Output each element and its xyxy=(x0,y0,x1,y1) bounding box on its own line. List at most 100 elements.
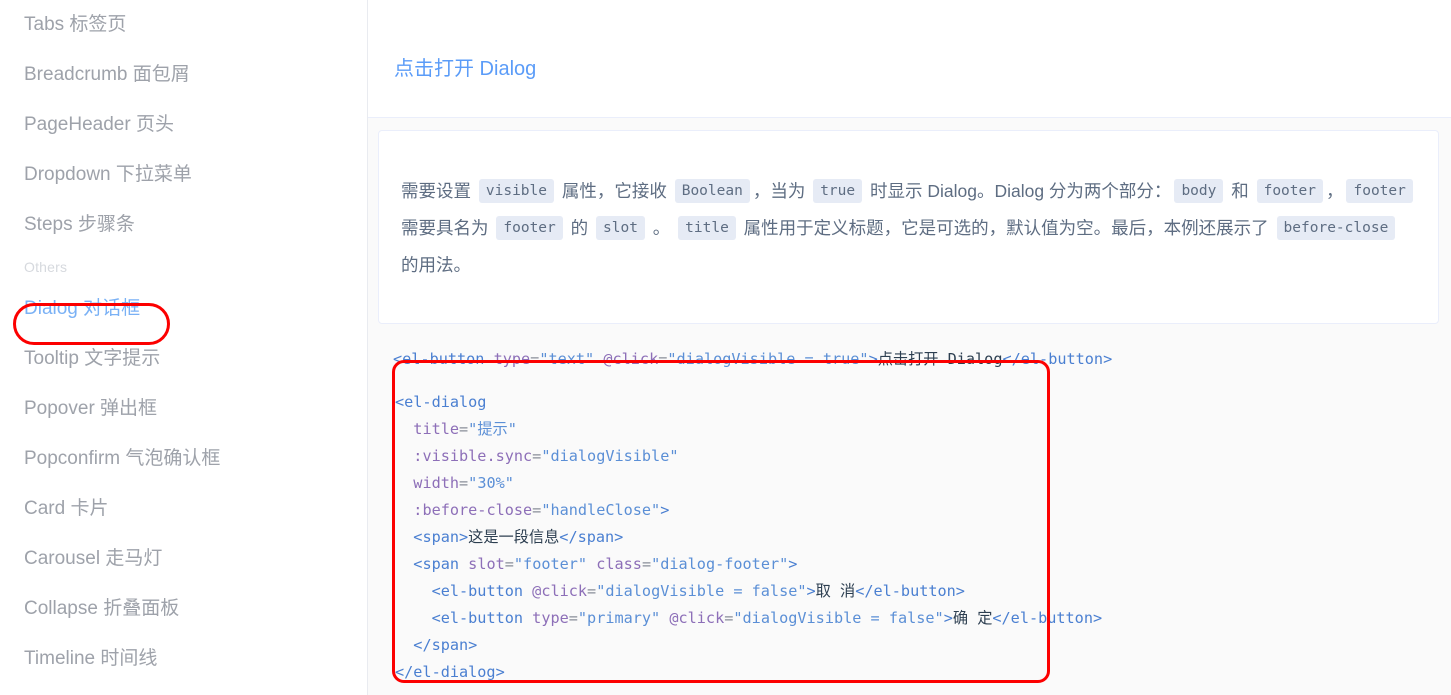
code-token-attr: @click xyxy=(532,582,588,600)
code-line: :visible.sync="dialogVisible" xyxy=(395,443,1451,470)
code-token-tag: </el-button> xyxy=(1002,350,1113,368)
code-line: <el-button @click="dialogVisible = false… xyxy=(395,578,1451,605)
sidebar-item-label: Card 卡片 xyxy=(24,498,109,519)
code-token-eq: = xyxy=(587,582,597,600)
code-token-str: "handleClose" xyxy=(541,501,661,519)
sidebar-item-other-3[interactable]: Popconfirm 气泡确认框 xyxy=(0,434,367,484)
inline-code-chip: footer xyxy=(496,215,563,240)
sidebar-item-label: Popover 弹出框 xyxy=(24,398,158,419)
sidebar-item-label: Steps 步骤条 xyxy=(24,214,135,235)
code-token-attr: width xyxy=(413,474,460,492)
sidebar-item-label: Tooltip 文字提示 xyxy=(24,348,161,369)
code-token-tag: > xyxy=(660,501,670,519)
sidebar-item-label: PageHeader 页头 xyxy=(24,114,174,135)
code-token-str: "提示" xyxy=(468,420,517,438)
sidebar-primary-items: Tabs 标签页 Breadcrumb 面包屑 PageHeader 页头 Dropd… xyxy=(0,0,367,250)
description-text-run: 的用法。 xyxy=(401,254,471,275)
code-token-tag: </el-button> xyxy=(992,609,1103,627)
main-content: 点击打开 Dialog 需要设置 visible 属性，它接收 Boolean，… xyxy=(368,0,1451,695)
code-token-attr: class xyxy=(596,555,642,573)
code-line: <span slot="footer" class="dialog-footer… xyxy=(395,551,1451,578)
description-text-run: 。 xyxy=(647,217,676,238)
code-token-eq: = xyxy=(530,350,540,368)
sidebar-item-3[interactable]: Dropdown 下拉菜单 xyxy=(0,150,367,200)
code-token-tag: <el-button xyxy=(431,582,524,600)
code-token-attr: @click xyxy=(669,609,725,627)
sidebar-item-other-2[interactable]: Popover 弹出框 xyxy=(0,384,367,434)
sidebar-item-4[interactable]: Steps 步骤条 xyxy=(0,200,367,250)
inline-code-chip: title xyxy=(678,215,736,240)
sidebar-item-other-7[interactable]: Timeline 时间线 xyxy=(0,634,367,684)
code-token-eq: = xyxy=(532,447,542,465)
inline-code-chip: footer xyxy=(1346,178,1413,203)
description-text-run: ， xyxy=(1325,180,1344,201)
sidebar-item-1[interactable]: Breadcrumb 面包屑 xyxy=(0,50,367,100)
code-token-attr: @click xyxy=(603,350,659,368)
sidebar-item-label: Popconfirm 气泡确认框 xyxy=(24,448,221,469)
sidebar-item-other-1[interactable]: Tooltip 文字提示 xyxy=(0,334,367,384)
code-token-tag: <el-dialog xyxy=(395,393,487,411)
code-token-txt: 确 定 xyxy=(952,609,993,627)
sidebar-item-other-6[interactable]: Collapse 折叠面板 xyxy=(0,584,367,634)
code-token-tag: <el-button xyxy=(393,350,485,368)
description-text-run: 需要设置 xyxy=(401,180,476,201)
inline-code-chip: slot xyxy=(596,215,645,240)
sidebar-item-other-4[interactable]: Card 卡片 xyxy=(0,484,367,534)
code-token-attr: type xyxy=(493,350,531,368)
sidebar-item-2[interactable]: PageHeader 页头 xyxy=(0,100,367,150)
inline-code-chip: before-close xyxy=(1276,215,1396,240)
code-block-wrapper: <el-dialog title="提示" :visible.sync="dia… xyxy=(393,383,1451,692)
description-paragraph: 需要设置 visible 属性，它接收 Boolean ，当为 true 时显示 … xyxy=(401,173,1416,284)
code-token-tag: <span xyxy=(413,555,460,573)
code-line: <el-button type="primary" @click="dialog… xyxy=(395,605,1451,632)
inline-code-chip: body xyxy=(1174,178,1224,203)
page-root: Tabs 标签页 Breadcrumb 面包屑 PageHeader 页头 Dropd… xyxy=(0,0,1451,695)
code-token-str: "text" xyxy=(539,350,595,368)
sidebar-item-other-0[interactable]: Dialog 对话框 xyxy=(0,284,367,334)
code-token-tag: </span> xyxy=(559,528,624,546)
inline-code-chip: Boolean xyxy=(674,178,750,203)
description-text-run: 和 xyxy=(1226,180,1254,201)
code-token-str: "primary" xyxy=(577,609,661,627)
description-text-run: ，当为 xyxy=(752,180,811,201)
code-line: </span> xyxy=(395,632,1451,659)
code-token-txt: 这是一段信息 xyxy=(468,528,560,546)
code-token-tag: <span> xyxy=(413,528,469,546)
sidebar-item-label: Tabs 标签页 xyxy=(24,14,127,35)
code-token-str: "footer" xyxy=(513,555,588,573)
open-dialog-text-button[interactable]: 点击打开 Dialog xyxy=(394,52,536,81)
code-token-eq: = xyxy=(568,609,578,627)
code-token-eq: = xyxy=(459,420,469,438)
code-token-tag: </el-button> xyxy=(855,582,965,600)
code-token-str: "dialogVisible = false" xyxy=(596,582,807,600)
inline-code-chip: visible xyxy=(478,178,554,203)
code-token-str: "dialogVisible = true" xyxy=(667,350,869,368)
code-token-str: "dialogVisible" xyxy=(541,447,679,465)
code-token-attr: :before-close xyxy=(413,501,533,519)
code-token-attr: type xyxy=(532,609,569,627)
sidebar-item-0[interactable]: Tabs 标签页 xyxy=(0,0,367,50)
sidebar-group-label-others: Others xyxy=(24,259,68,275)
code-snippet-button-line: <el-button type="text" @click="dialogVis… xyxy=(368,324,1451,373)
code-token-str: "30%" xyxy=(468,474,514,492)
code-token-attr: title xyxy=(413,420,460,438)
code-line: <el-dialog xyxy=(395,389,1451,416)
code-token-attr: :visible.sync xyxy=(413,447,533,465)
sidebar-item-label: Collapse 折叠面板 xyxy=(24,598,180,619)
code-snippet-dialog-block: <el-dialog title="提示" :visible.sync="dia… xyxy=(393,383,1451,692)
code-token-eq: = xyxy=(459,474,469,492)
sidebar-item-other-5[interactable]: Carousel 走马灯 xyxy=(0,534,367,584)
sidebar-nav: Tabs 标签页 Breadcrumb 面包屑 PageHeader 页头 Dropd… xyxy=(0,0,368,695)
code-token-tag: <el-button xyxy=(431,609,524,627)
description-text-run: 属性，它接收 xyxy=(556,180,672,201)
sidebar-item-label: Timeline 时间线 xyxy=(24,648,158,669)
inline-code-chip: footer xyxy=(1256,178,1323,203)
